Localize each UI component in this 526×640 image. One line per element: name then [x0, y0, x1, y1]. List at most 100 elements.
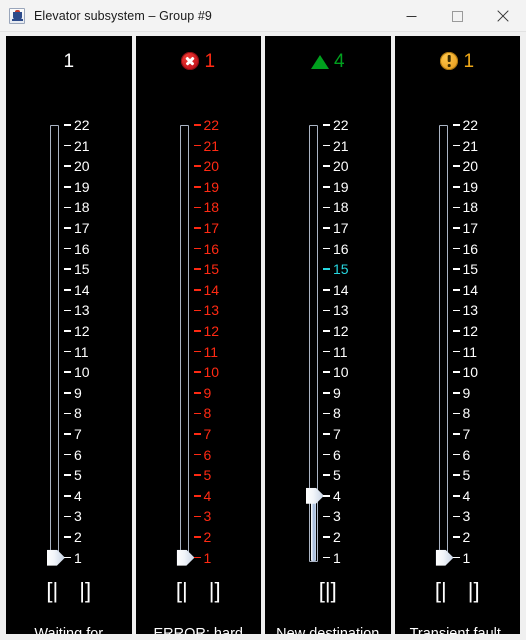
- tick-dash-icon: [193, 165, 201, 167]
- door-right-open: |]: [467, 578, 480, 603]
- close-button[interactable]: [480, 0, 526, 32]
- floor-tick-20: 20: [323, 158, 349, 174]
- floor-tick-label: 14: [333, 281, 349, 298]
- title-bar: Elevator subsystem – Group #9: [0, 0, 526, 32]
- floor-tick-label: 3: [333, 508, 341, 525]
- floor-tick-10: 10: [452, 364, 478, 380]
- floor-tick-label: 14: [203, 281, 220, 298]
- floor-tick-15: 15: [452, 261, 479, 278]
- warning-icon: [440, 52, 459, 70]
- tick-dash-icon: [64, 350, 71, 353]
- tick-dash-icon: [323, 371, 330, 373]
- floor-tick-label: 17: [333, 220, 349, 236]
- floor-tick-13: 13: [193, 302, 219, 318]
- floor-tick-18: 18: [193, 199, 220, 216]
- floor-tick-label: 14: [74, 281, 90, 298]
- floor-tick-label: 16: [462, 240, 479, 257]
- floor-gauge[interactable]: 22 21 20 19 18 17 16 15 14 13 12 11 10 9 8 7 6 5 4 3 2 1 [|] Ne…: [265, 78, 391, 634]
- floor-tick-label: 21: [333, 137, 349, 154]
- floor-tick-14: 14: [193, 281, 220, 298]
- elevator-panel-2: 1 22 21 20 19 18 17 16 15 14 13 12 11 10 9 8 7 6 5 4 3 2 1 [| |]…: [135, 36, 262, 634]
- tick-dash-icon: [452, 412, 460, 415]
- floor-tick-label: 4: [203, 487, 212, 504]
- floor-tick-8: 8: [452, 405, 471, 422]
- floor-tick-label: 10: [333, 364, 349, 381]
- floor-tick-label: 2: [333, 529, 341, 545]
- floor-tick-label: 17: [74, 220, 90, 236]
- floor-tick-12: 12: [452, 323, 478, 339]
- floor-tick-label: 9: [203, 384, 212, 401]
- floor-tick-13: 13: [64, 302, 90, 319]
- floor-slider-thumb[interactable]: [435, 549, 454, 566]
- tick-dash-icon: [64, 556, 71, 559]
- floor-tick-13: 13: [452, 302, 478, 318]
- floor-tick-22: 22: [323, 117, 349, 133]
- floor-slider-thumb[interactable]: [176, 549, 195, 566]
- tick-dash-icon: [452, 330, 460, 332]
- tick-dash-icon: [193, 412, 201, 415]
- floor-tick-label: 20: [203, 158, 220, 175]
- tick-dash-icon: [193, 433, 201, 435]
- current-floor-number: 1: [204, 50, 216, 72]
- floor-tick-label: 15: [462, 261, 479, 278]
- floor-gauge[interactable]: 22 21 20 19 18 17 16 15 14 13 12 11 10 9 8 7 6 5 4 3 2 1 [| |] W…: [6, 78, 132, 634]
- elevator-panel-3: 4 22 21 20 19 18 17 16 15 14 13 12 11 10 9 8 7 6 5 4 3 2 1 [|] N…: [265, 36, 391, 634]
- floor-tick-label: 13: [333, 302, 349, 319]
- floor-tick-10: 10: [64, 364, 90, 380]
- floor-tick-1: 1: [452, 550, 470, 566]
- floor-tick-label: 3: [462, 508, 471, 525]
- tick-dash-icon: [64, 268, 71, 270]
- floor-tick-label: 8: [462, 405, 471, 422]
- tick-dash-icon: [193, 392, 201, 394]
- floor-tick-22: 22: [452, 117, 478, 133]
- floor-tick-label: 19: [333, 178, 349, 195]
- tick-dash-icon: [193, 536, 201, 538]
- tick-dash-icon: [323, 330, 330, 332]
- floor-tick-18: 18: [452, 199, 478, 215]
- door-closed: [|]: [318, 578, 337, 603]
- floor-gauge[interactable]: 22 21 20 19 18 17 16 15 14 13 12 11 10 9 8 7 6 5 4 3 2 1 [| |] T…: [395, 78, 521, 634]
- tick-dash-icon: [323, 165, 330, 167]
- floor-tick-4: 4: [193, 487, 212, 504]
- maximize-button[interactable]: [434, 0, 480, 32]
- minimize-button[interactable]: [388, 0, 434, 32]
- tick-dash-icon: [452, 515, 460, 518]
- floor-tick-8: 8: [323, 405, 341, 421]
- tick-dash-icon: [452, 371, 460, 373]
- tick-dash-icon: [452, 350, 460, 353]
- floor-tick-12: 12: [323, 323, 349, 339]
- floor-tick-21: 21: [452, 138, 478, 154]
- tick-dash-icon: [452, 186, 460, 188]
- floor-tick-3: 3: [193, 508, 211, 524]
- tick-dash-icon: [64, 371, 71, 373]
- elevator-panel-4: 1 22 21 20 19 18 17 16 15 14 13 12 11 10 9 8 7 6 5 4 3 2 1 [| |]…: [394, 36, 521, 634]
- tick-dash-icon: [64, 536, 71, 538]
- floor-tick-20: 20: [64, 158, 90, 174]
- floor-tick-18: 18: [323, 199, 349, 215]
- floor-tick-3: 3: [323, 508, 341, 525]
- floor-tick-label: 18: [203, 199, 220, 216]
- floor-tick-17: 17: [193, 220, 220, 236]
- tick-dash-icon: [452, 433, 460, 435]
- floor-tick-15: 15: [193, 261, 219, 277]
- floor-tick-21: 21: [323, 137, 349, 154]
- floor-tick-15: 15: [323, 261, 349, 277]
- floor-tick-label: 17: [203, 220, 220, 236]
- tick-dash-icon: [64, 412, 71, 415]
- door-indicator: [| |]: [136, 578, 262, 604]
- error-icon: [181, 52, 200, 70]
- elevator-status-text: ERROR: hard fault: [153, 626, 243, 634]
- floor-tick-list: 22 21 20 19 18 17 16 15 14 13 12 11 10 9 8 7 6 5 4 3 2 1: [395, 78, 521, 566]
- tick-dash-icon: [193, 289, 201, 291]
- tick-dash-icon: [323, 556, 330, 559]
- tick-dash-icon: [64, 247, 71, 250]
- floor-tick-label: 13: [74, 302, 90, 319]
- elevator-panel-1: 1 22 21 20 19 18 17 16 15 14 13 12 11 10 9 8 7 6 5 4 3 2 1 [| |]…: [6, 36, 132, 634]
- floor-slider-thumb[interactable]: [47, 549, 65, 566]
- door-left-open: [|: [175, 578, 188, 603]
- tick-dash-icon: [452, 165, 460, 167]
- floor-tick-label: 8: [203, 405, 212, 422]
- floor-gauge[interactable]: 22 21 20 19 18 17 16 15 14 13 12 11 10 9 8 7 6 5 4 3 2 1 [| |] E…: [136, 78, 262, 634]
- floor-tick-4: 4: [452, 488, 470, 504]
- floor-tick-label: 6: [74, 446, 82, 463]
